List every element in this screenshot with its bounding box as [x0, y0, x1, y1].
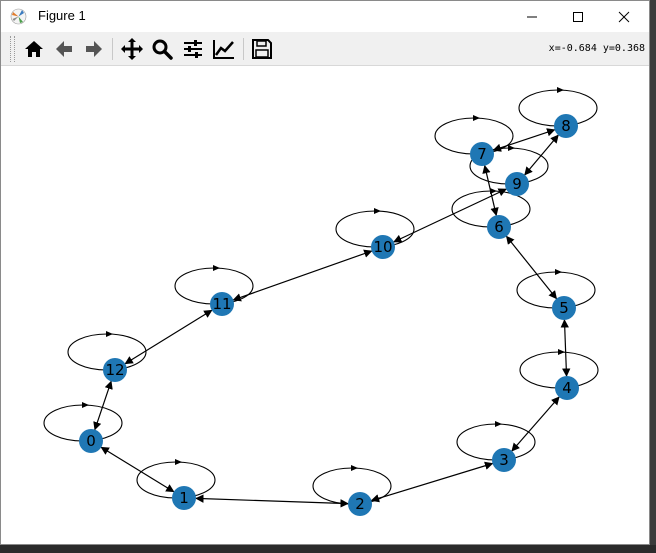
edge-8-9 — [524, 134, 559, 176]
desktop-background — [0, 545, 656, 553]
node-label-12: 12 — [105, 361, 124, 379]
node-1: 1 — [172, 486, 196, 510]
node-12: 12 — [103, 358, 127, 382]
minimize-icon — [527, 16, 537, 17]
zoom-button[interactable] — [148, 35, 176, 63]
edge-10-11 — [232, 249, 373, 302]
arrow-right-icon — [86, 41, 102, 57]
maximize-button[interactable] — [555, 1, 601, 32]
maximize-icon — [573, 11, 583, 22]
minimize-button[interactable] — [509, 1, 555, 32]
self-loop-arrowhead-7 — [473, 115, 480, 121]
self-loops-layer — [43, 87, 599, 505]
figure-window: Figure 1 x=-0.684 y=0.368 0 1 2 3 4 5 6 … — [0, 0, 650, 545]
magnifier-icon — [152, 39, 173, 60]
self-loop-arrowhead-8 — [557, 87, 564, 93]
node-label-3: 3 — [499, 451, 509, 469]
home-button[interactable] — [20, 35, 48, 63]
pan-button[interactable] — [118, 35, 146, 63]
node-6: 6 — [487, 215, 511, 239]
line-chart-icon — [213, 40, 234, 59]
node-0: 0 — [79, 429, 103, 453]
self-loop-arrowhead-11 — [213, 265, 220, 271]
move-icon — [121, 38, 143, 60]
node-label-2: 2 — [355, 495, 365, 513]
edges-layer — [93, 128, 571, 508]
node-label-11: 11 — [212, 295, 231, 313]
self-loop-arrowhead-4 — [558, 349, 565, 355]
edge-12-0 — [93, 380, 113, 431]
window-title: Figure 1 — [38, 8, 86, 23]
self-loop-arrowhead-1 — [175, 459, 182, 465]
node-label-7: 7 — [477, 145, 487, 163]
self-loop-arrowhead-12 — [106, 331, 113, 337]
home-icon — [25, 41, 43, 57]
toolbar-separator — [112, 38, 113, 60]
navigation-toolbar: x=-0.684 y=0.368 — [1, 32, 649, 66]
matplotlib-app-icon — [10, 8, 27, 25]
title-bar[interactable]: Figure 1 — [1, 1, 649, 32]
arrow-left-icon — [56, 41, 72, 57]
node-8: 8 — [554, 114, 578, 138]
edge-11-12 — [124, 309, 213, 365]
self-loop-arrowhead-10 — [374, 208, 381, 214]
floppy-disk-icon — [252, 39, 272, 59]
edge-4-5 — [560, 319, 571, 377]
node-label-1: 1 — [179, 489, 189, 507]
cursor-coordinates: x=-0.684 y=0.368 — [548, 43, 645, 54]
self-loop-arrowhead-3 — [495, 421, 502, 427]
edge-0-1 — [100, 446, 175, 493]
self-loop-arrowhead-9 — [508, 145, 515, 151]
node-label-10: 10 — [373, 238, 392, 256]
node-label-5: 5 — [559, 299, 569, 317]
node-11: 11 — [210, 292, 234, 316]
self-loop-arrowhead-2 — [351, 465, 358, 471]
edge-5-6 — [505, 235, 558, 300]
close-icon — [618, 11, 630, 22]
node-label-6: 6 — [494, 218, 504, 236]
back-button[interactable] — [50, 35, 78, 63]
node-label-0: 0 — [86, 432, 96, 450]
figure-canvas[interactable]: 0 1 2 3 4 5 6 7 8 9 10 11 12 — [8, 66, 648, 544]
node-7: 7 — [470, 142, 494, 166]
forward-button[interactable] — [80, 35, 108, 63]
node-9: 9 — [505, 172, 529, 196]
save-button[interactable] — [248, 35, 276, 63]
toolbar-grip — [10, 36, 15, 62]
self-loop-arrowhead-5 — [555, 269, 562, 275]
subplots-button[interactable] — [179, 35, 207, 63]
node-10: 10 — [371, 235, 395, 259]
close-button[interactable] — [601, 1, 647, 32]
node-5: 5 — [552, 296, 576, 320]
node-4: 4 — [555, 376, 579, 400]
node-label-9: 9 — [512, 175, 522, 193]
node-label-4: 4 — [562, 379, 572, 397]
toolbar-separator — [243, 38, 244, 60]
nodes-layer: 01 23456789101112 — [79, 114, 579, 516]
node-2: 2 — [348, 492, 372, 516]
sliders-icon — [184, 40, 202, 58]
edge-7-8 — [492, 128, 556, 152]
node-label-8: 8 — [561, 117, 571, 135]
network-graph: 01 23456789101112 — [43, 87, 599, 516]
node-3: 3 — [492, 448, 516, 472]
edit-axes-button[interactable] — [210, 35, 238, 63]
self-loop-arrowhead-0 — [82, 402, 89, 408]
